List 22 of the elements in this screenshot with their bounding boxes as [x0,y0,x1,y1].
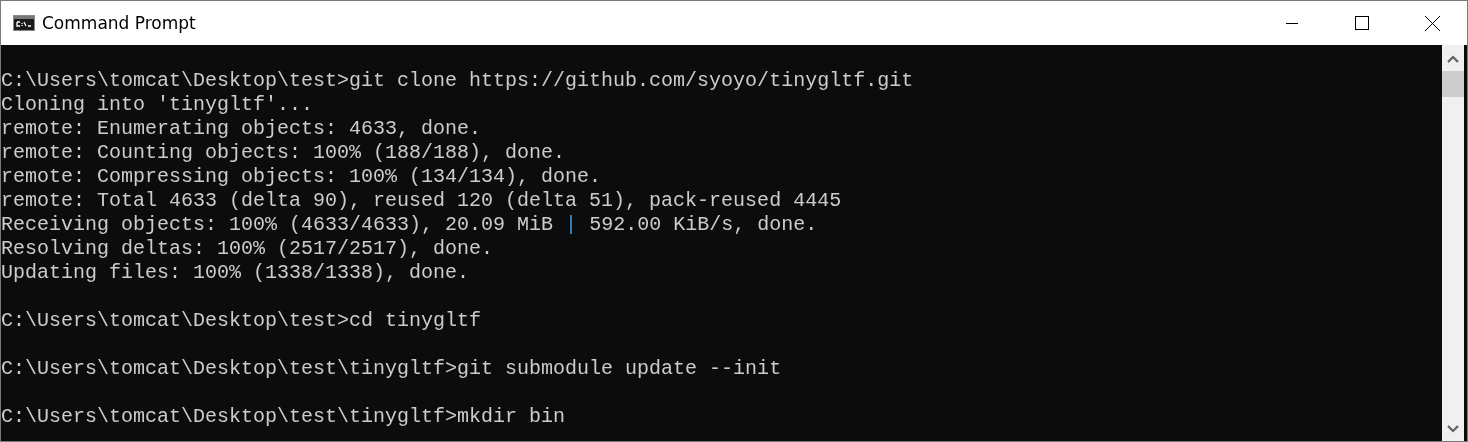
console-line: 592.00 KiB/s, done. [589,213,818,236]
console-line: Updating files: 100% (1338/1338), done. [1,261,471,285]
console-line: remote: Counting objects: 100% (188/188), done. [1,141,567,165]
scroll-thumb[interactable] [1442,71,1464,97]
separator-glyph: | [565,213,578,236]
console-line: C:\Users\tomcat\Desktop\test>git clone https://github.com/syoyo/tinygltf.git [1,69,915,93]
scroll-up-icon[interactable] [1447,55,1459,63]
scroll-down-icon[interactable] [1447,425,1459,433]
terminal-icon [13,15,35,31]
console-line: remote: Total 4633 (delta 90), reused 120 (delta 51), pack-reused 4445 [1,189,843,213]
console-line: Resolving deltas: 100% (2517/2517), done. [1,237,495,261]
maximize-icon [1355,16,1369,30]
console-line: remote: Compressing objects: 100% (134/134), done. [1,165,603,189]
console-line: C:\Users\tomcat\Desktop\test\tinygltf>git submodule update --init [1,357,783,381]
console-line: C:\Users\tomcat\Desktop\test\tinygltf>mkdir bin [1,405,567,429]
window-title: Command Prompt [42,13,196,33]
console-line: C:\Users\tomcat\Desktop\test>cd tinygltf [1,309,483,333]
console-line: Receiving objects: 100% (4633/4633), 20.09 MiB [1,213,554,236]
console-line: Cloning into 'tinygltf'... [1,93,315,117]
scrollbar[interactable] [1442,45,1464,441]
console-line: remote: Enumerating objects: 4633, done. [1,117,483,141]
close-icon [1424,15,1440,31]
